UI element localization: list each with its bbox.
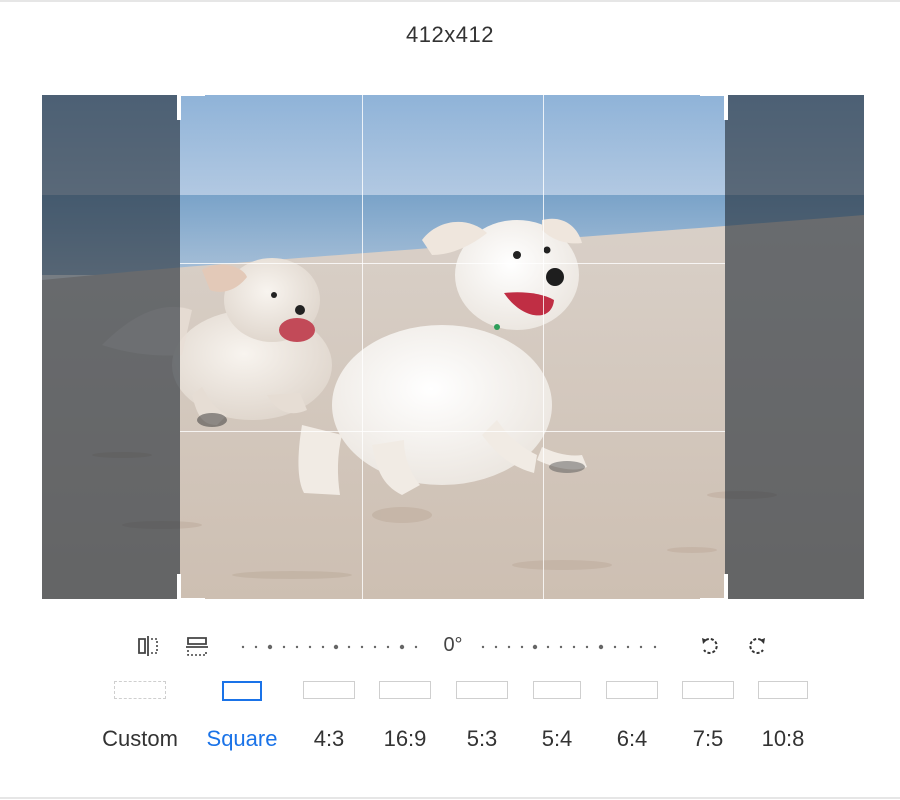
ratio-6-4-shape: [606, 681, 658, 699]
crop-handle-top-right[interactable]: [700, 95, 728, 120]
ratio-10-8[interactable]: 10:8: [754, 675, 812, 765]
ratio-16-9[interactable]: 16:9: [376, 675, 434, 765]
ratio-square[interactable]: Square: [200, 675, 284, 765]
rotation-slider-left[interactable]: [240, 644, 420, 650]
ratio-5-4[interactable]: 5:4: [530, 675, 584, 765]
ratio-5-4-shape: [533, 681, 581, 699]
flip-vertical-icon[interactable]: [185, 634, 209, 658]
grid-line: [543, 95, 544, 599]
ratio-square-shape: [222, 681, 262, 701]
flip-horizontal-icon[interactable]: [136, 634, 160, 658]
ratio-custom-shape: [114, 681, 166, 699]
top-divider: [0, 0, 900, 2]
ratio-5-3-shape: [456, 681, 508, 699]
crop-mask-left: [42, 95, 180, 599]
rotation-slider-right[interactable]: [480, 644, 660, 650]
ratio-label: Custom: [102, 726, 178, 751]
grid-line: [180, 263, 725, 264]
ratio-label: Square: [206, 726, 278, 751]
ratio-7-5[interactable]: 7:5: [679, 675, 737, 765]
grid-line: [180, 431, 725, 432]
ratio-16-9-shape: [379, 681, 431, 699]
rotate-left-icon[interactable]: [698, 634, 722, 658]
ratio-6-4[interactable]: 6:4: [603, 675, 661, 765]
grid-line: [362, 95, 363, 599]
ratio-4-3-shape: [303, 681, 355, 699]
ratio-10-8-shape: [758, 681, 808, 699]
ratio-custom[interactable]: Custom: [95, 675, 185, 765]
rotate-right-icon[interactable]: [745, 634, 769, 658]
ratio-label: 7:5: [692, 726, 724, 751]
ratio-label: 16:9: [383, 726, 427, 751]
ratio-label: 4:3: [313, 726, 345, 751]
ratio-label: 5:3: [466, 726, 498, 751]
transform-toolbar: 0°: [0, 628, 900, 664]
ratio-5-3[interactable]: 5:3: [453, 675, 511, 765]
crop-handle-bottom-right[interactable]: [700, 574, 728, 599]
crop-frame[interactable]: [177, 95, 728, 599]
image-dimensions: 412x412: [406, 22, 494, 47]
crop-canvas[interactable]: [42, 95, 864, 599]
rotation-angle: 0°: [443, 634, 463, 656]
ratio-7-5-shape: [682, 681, 734, 699]
crop-handle-top-left[interactable]: [177, 95, 205, 120]
crop-handle-bottom-left[interactable]: [177, 574, 205, 599]
crop-mask-right: [725, 95, 864, 599]
ratio-label: 10:8: [761, 726, 805, 751]
bottom-divider: [0, 797, 900, 799]
ratio-label: 5:4: [541, 726, 573, 751]
ratio-label: 6:4: [616, 726, 648, 751]
aspect-ratio-selector: Custom Square 4:3 16:9 5:3 5:4 6:4 7:5 1…: [0, 675, 900, 775]
ratio-4-3[interactable]: 4:3: [300, 675, 358, 765]
